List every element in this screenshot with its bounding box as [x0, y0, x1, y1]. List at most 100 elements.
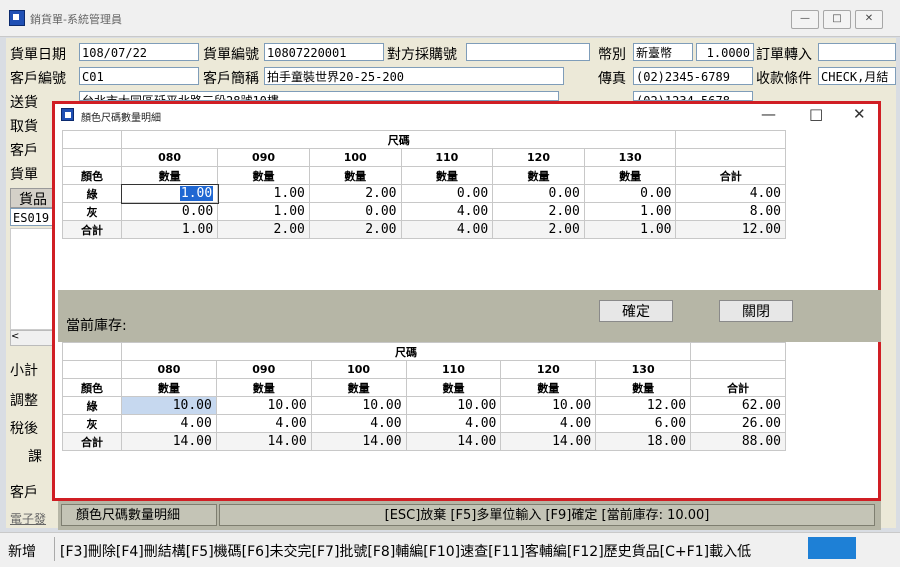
qty-header: 數量 [308, 166, 402, 185]
qty-cell[interactable]: 0.00 [492, 184, 585, 203]
payment-field[interactable]: CHECK,月結 [818, 67, 896, 85]
dialog-close-button[interactable]: ✕ [853, 105, 866, 123]
order-convert-label: 訂單轉入 [756, 47, 812, 63]
phone-field[interactable]: (02)1234-5678 [633, 91, 753, 101]
date-label: 貨單日期 [10, 47, 66, 63]
stock-cell[interactable]: 4.00 [500, 414, 597, 433]
size-090: 090 [217, 148, 310, 167]
total-header-blank [675, 130, 786, 149]
stock-cell[interactable]: 4.00 [310, 414, 407, 433]
delivery-label: 送貨 [10, 95, 38, 111]
size-130: 130 [595, 360, 692, 379]
stock-cell[interactable]: 6.00 [595, 414, 692, 433]
stock-cell[interactable]: 4.00 [121, 414, 217, 433]
currency-field[interactable]: 新臺幣 [633, 43, 693, 61]
qty-cell[interactable]: 1.00 [217, 184, 310, 203]
qty-cell[interactable]: 2.00 [308, 184, 402, 203]
address-field[interactable]: 台北市大同區延平北路三段28號10樓 [79, 91, 559, 101]
qty-cell[interactable]: 1.00 [217, 202, 310, 221]
order-label: 貨單 [10, 167, 38, 183]
minimize-button[interactable]: — [791, 10, 819, 29]
size-080: 080 [121, 360, 217, 379]
table-row: 合計 1.00 2.00 2.00 4.00 2.00 1.00 12.00 [62, 220, 786, 239]
qty-header: 數量 [400, 166, 494, 185]
qty-cell[interactable]: 0.00 [308, 202, 402, 221]
ok-button[interactable]: 確定 [599, 300, 673, 322]
exchange-rate-field[interactable]: 1.0000 [696, 43, 754, 61]
size-120: 120 [500, 360, 597, 379]
item-column-header[interactable]: 貨品 [10, 188, 56, 208]
after-tax-label: 稅後 [10, 421, 38, 437]
qty-cell[interactable]: 0.00 [400, 184, 494, 203]
dialog-minimize-button[interactable]: — [761, 105, 776, 123]
dialog-maximize-button[interactable]: □ [809, 105, 823, 123]
close-button[interactable]: ✕ [855, 10, 883, 29]
stock-quantity-grid: 尺碼 080 090 100 110 120 130 顏色 數量 數量 數量 數… [62, 342, 786, 451]
fax-label: 傳真 [598, 71, 626, 87]
row-total: 26.00 [690, 414, 786, 433]
row-total: 4.00 [675, 184, 786, 203]
order-convert-field[interactable] [818, 43, 896, 61]
customer2-label: 客戶 [10, 485, 38, 501]
sum-cell: 1.00 [583, 220, 677, 239]
sum-cell: 14.00 [215, 432, 312, 451]
item-grid [10, 228, 56, 330]
qty-cell-value[interactable]: 1.00 [179, 186, 214, 201]
qty-cell[interactable]: 1.00 [583, 202, 677, 221]
sum-cell: 14.00 [121, 432, 217, 451]
tax-label: 課 [28, 449, 42, 465]
qty-cell[interactable]: 4.00 [400, 202, 494, 221]
stock-cell[interactable]: 10.00 [500, 396, 597, 415]
item-code-cell[interactable]: ES019 [10, 208, 54, 226]
scroll-left-icon[interactable]: < [10, 330, 56, 346]
total-header: 合計 [675, 166, 786, 185]
qty-cell[interactable]: 0.00 [120, 202, 219, 221]
size-header: 尺碼 [120, 342, 692, 361]
date-field[interactable]: 108/07/22 [79, 43, 199, 61]
stock-cell[interactable]: 10.00 [215, 396, 312, 415]
stock-cell[interactable]: 10.00 [310, 396, 407, 415]
customer-name-field[interactable]: 拍手童裝世界20-25-200 [264, 67, 564, 85]
stock-cell[interactable]: 4.00 [215, 414, 312, 433]
table-row: 灰 4.00 4.00 4.00 4.00 4.00 6.00 26.00 [62, 414, 786, 433]
size-100: 100 [310, 360, 407, 379]
order-no-field[interactable]: 10807220001 [264, 43, 384, 61]
customer-name-label: 客戶簡稱 [203, 71, 259, 87]
qty-cell[interactable]: 2.00 [492, 202, 585, 221]
einvoice-label[interactable]: 電子發 [10, 510, 46, 527]
size-header: 尺碼 [120, 130, 677, 149]
mode-new-label: 新增 [8, 544, 36, 560]
maximize-button[interactable]: □ [823, 10, 851, 29]
sum-cell: 14.00 [500, 432, 597, 451]
stock-toolbar: 當前庫存: 確定 關閉 [58, 290, 881, 342]
sum-cell: 1.00 [120, 220, 219, 239]
sum-cell: 2.00 [308, 220, 402, 239]
fax-field[interactable]: (02)2345-6789 [633, 67, 753, 85]
qty-header: 數量 [121, 378, 217, 397]
dialog-title-bar: 顏色尺碼數量明細 — □ ✕ [55, 104, 878, 126]
po-field[interactable] [466, 43, 590, 61]
dialog-status-title: 顏色尺碼數量明細 [61, 504, 217, 526]
color-green: 綠 [62, 184, 122, 203]
stock-cell[interactable]: 10.00 [405, 396, 502, 415]
color-gray: 灰 [62, 202, 122, 221]
grand-total: 12.00 [675, 220, 786, 239]
sum-cell: 18.00 [595, 432, 692, 451]
close-dialog-button[interactable]: 關閉 [719, 300, 793, 322]
sum-cell: 14.00 [310, 432, 407, 451]
dialog-title: 顏色尺碼數量明細 [81, 113, 161, 124]
stock-cell-selected[interactable]: 10.00 [121, 396, 217, 415]
qty-cell[interactable]: 0.00 [583, 184, 677, 203]
progress-indicator [808, 537, 856, 559]
dialog-status-bar: 顏色尺碼數量明細 [ESC]放棄 [F5]多單位輸入 [F9]確定 [當前庫存:… [58, 501, 881, 530]
customer-no-field[interactable]: C01 [79, 67, 199, 85]
table-row: 灰 0.00 1.00 0.00 4.00 2.00 1.00 8.00 [62, 202, 786, 221]
stock-cell[interactable]: 12.00 [595, 396, 692, 415]
main-title-bar: 銷貨單-系統管理員 — □ ✕ [0, 0, 900, 37]
sum-cell: 2.00 [217, 220, 310, 239]
stock-cell[interactable]: 4.00 [405, 414, 502, 433]
row-total: 8.00 [675, 202, 786, 221]
customer-label: 客戶 [10, 143, 38, 159]
qty-cell-active[interactable]: 1.00 [120, 183, 219, 204]
dialog-status-hint: [ESC]放棄 [F5]多單位輸入 [F9]確定 [當前庫存: 10.00] [219, 504, 875, 526]
